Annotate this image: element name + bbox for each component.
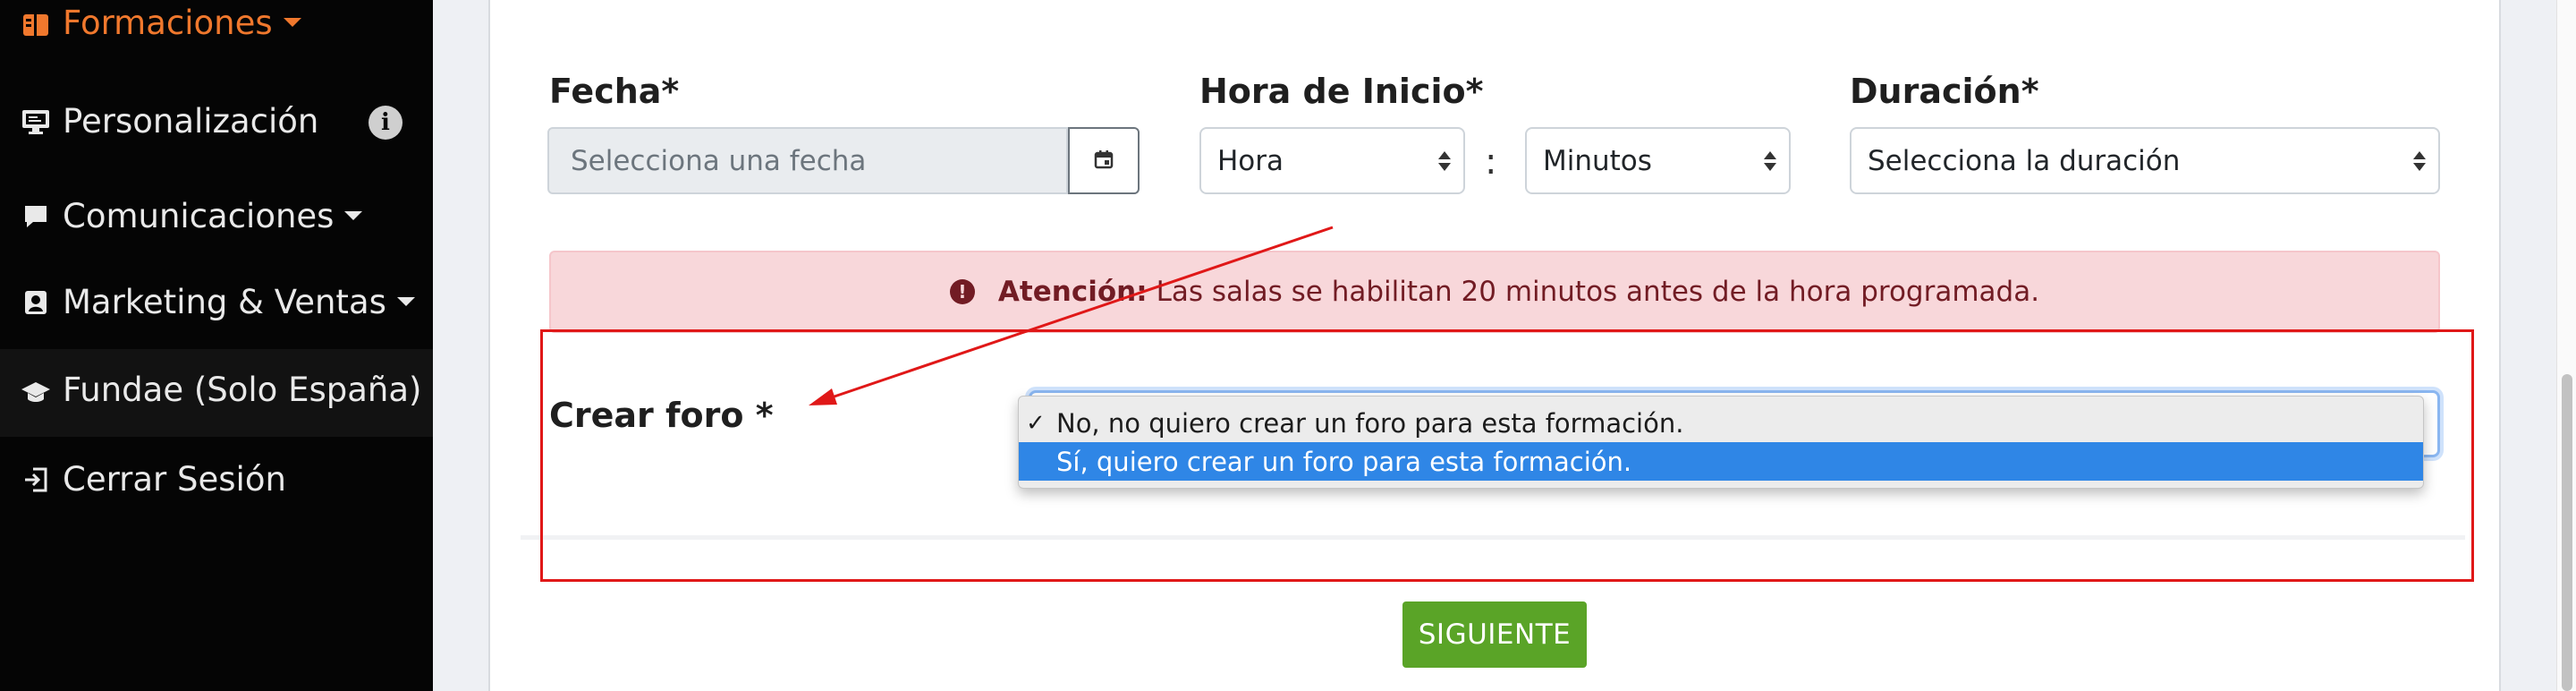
sidebar-item-marketing[interactable]: Marketing & Ventas [0, 277, 433, 328]
date-input[interactable]: Selecciona una fecha [547, 127, 1068, 194]
sidebar-item-label: Marketing & Ventas [63, 283, 415, 321]
calendar-button[interactable] [1068, 127, 1140, 194]
calendar-icon [1093, 149, 1114, 174]
minutes-select-value: Minutos [1543, 144, 1652, 177]
sidebar-item-personalizacion[interactable]: Personalización i [0, 97, 433, 147]
caret-down-icon [283, 17, 301, 27]
sidebar-item-formaciones[interactable]: Formaciones [0, 0, 433, 50]
sidebar-item-label: Comunicaciones [63, 197, 363, 235]
minutes-select[interactable]: Minutos [1525, 127, 1791, 194]
hour-select[interactable]: Hora [1199, 127, 1465, 194]
duration-label: Duración* [1850, 72, 2039, 111]
graduation-cap-icon [20, 376, 52, 408]
sidebar-item-label: Fundae (Solo España) [63, 371, 422, 409]
exclamation-icon: ! [949, 279, 975, 304]
annotation-highlight-box [540, 329, 2474, 582]
duration-select[interactable]: Selecciona la duración [1850, 127, 2440, 194]
info-icon[interactable]: i [369, 106, 402, 140]
caret-down-icon [344, 210, 363, 220]
sidebar: Formaciones Personalización i Comunicaci… [0, 0, 433, 691]
alert-text: Las salas se habilitan 20 minutos antes … [1156, 276, 2040, 308]
caret-down-icon [396, 296, 415, 306]
sidebar-item-label: Personalización [63, 102, 319, 141]
time-separator: : [1485, 141, 1497, 183]
chat-bubble-icon [20, 200, 52, 233]
sidebar-item-label: Cerrar Sesión [63, 460, 286, 499]
monitor-icon [20, 106, 52, 138]
logout-icon [20, 464, 52, 496]
duration-select-value: Selecciona la duración [1868, 144, 2181, 177]
sidebar-item-comunicaciones[interactable]: Comunicaciones [0, 192, 433, 242]
scrollbar-thumb[interactable] [2562, 374, 2572, 691]
date-placeholder: Selecciona una fecha [571, 144, 867, 177]
book-icon [20, 9, 52, 41]
hour-select-value: Hora [1217, 144, 1284, 177]
attention-alert: ! Atención: Las salas se habilitan 20 mi… [549, 251, 2440, 333]
date-label: Fecha* [549, 72, 680, 111]
alert-strong: Atención: [997, 276, 1148, 308]
sidebar-item-cerrar-sesion[interactable]: Cerrar Sesión [0, 455, 433, 505]
sidebar-item-label: Formaciones [63, 4, 301, 42]
next-button[interactable]: SIGUIENTE [1402, 601, 1587, 668]
sidebar-item-fundae[interactable]: Fundae (Solo España) [0, 349, 433, 437]
select-arrows-icon [1438, 150, 1451, 171]
select-arrows-icon [2413, 150, 2426, 171]
contact-card-icon [20, 286, 52, 319]
screen-root: Formaciones Personalización i Comunicaci… [0, 0, 2576, 691]
select-arrows-icon [1764, 150, 1776, 171]
start-time-label: Hora de Inicio* [1199, 72, 1484, 111]
